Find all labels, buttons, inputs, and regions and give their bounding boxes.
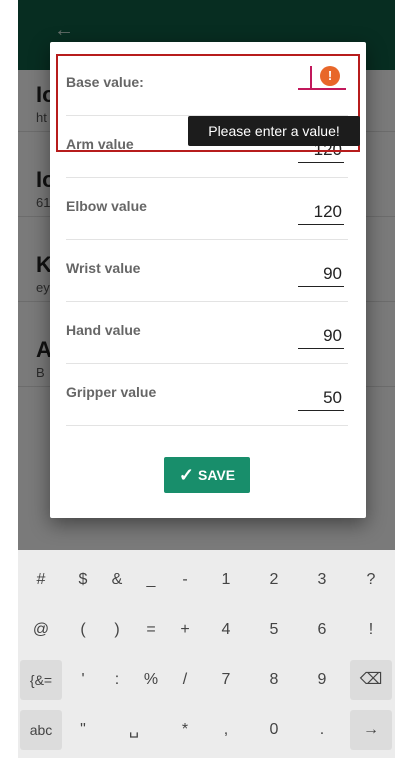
key-9[interactable]: 9 (302, 660, 342, 700)
key-comma[interactable]: , (206, 710, 246, 750)
key-exclamation[interactable]: ! (352, 610, 390, 650)
key-slash[interactable]: / (166, 660, 204, 700)
hand-value-input[interactable]: 90 (298, 326, 344, 349)
key-7[interactable]: 7 (206, 660, 246, 700)
key-quote[interactable]: " (64, 710, 102, 750)
key-period[interactable]: . (302, 710, 342, 750)
wrist-value-row: Wrist value 90 (66, 240, 348, 302)
wrist-value-input[interactable]: 90 (298, 264, 344, 287)
key-close-paren[interactable]: ) (98, 610, 136, 650)
key-symbols[interactable]: {&= (20, 660, 62, 700)
key-open-paren[interactable]: ( (64, 610, 102, 650)
key-asterisk[interactable]: * (166, 710, 204, 750)
key-equals[interactable]: = (132, 610, 170, 650)
key-plus[interactable]: + (166, 610, 204, 650)
check-icon: ✓ (178, 465, 194, 485)
key-minus[interactable]: - (166, 560, 204, 600)
backspace-icon[interactable]: ⌫ (350, 660, 392, 700)
key-colon[interactable]: : (98, 660, 136, 700)
key-hash[interactable]: # (22, 560, 60, 600)
key-abc[interactable]: abc (20, 710, 62, 750)
key-dollar[interactable]: $ (64, 560, 102, 600)
key-0[interactable]: 0 (254, 710, 294, 750)
elbow-value-row: Elbow value 120 (66, 178, 348, 240)
key-apostrophe[interactable]: ' (64, 660, 102, 700)
key-ampersand[interactable]: & (98, 560, 136, 600)
key-5[interactable]: 5 (254, 610, 294, 650)
gripper-value-input[interactable]: 50 (298, 388, 344, 411)
elbow-value-label: Elbow value (66, 198, 147, 214)
error-tooltip: Please enter a value! (188, 116, 360, 146)
space-bar-icon[interactable]: ␣ (106, 710, 162, 750)
save-button[interactable]: ✓ SAVE (164, 457, 250, 493)
key-4[interactable]: 4 (206, 610, 246, 650)
key-question[interactable]: ? (352, 560, 390, 600)
key-2[interactable]: 2 (254, 560, 294, 600)
key-8[interactable]: 8 (254, 660, 294, 700)
hand-value-label: Hand value (66, 322, 141, 338)
save-button-label: SAVE (198, 467, 236, 483)
wrist-value-label: Wrist value (66, 260, 141, 276)
elbow-value-input[interactable]: 120 (298, 202, 344, 225)
gripper-value-row: Gripper value 50 (66, 364, 348, 426)
key-at[interactable]: @ (22, 610, 60, 650)
hand-value-row: Hand value 90 (66, 302, 348, 364)
key-3[interactable]: 3 (302, 560, 342, 600)
key-underscore[interactable]: _ (132, 560, 170, 600)
numeric-keyboard: # $ & _ - 1 2 3 ? @ ( ) = + 4 5 6 ! {&= … (18, 550, 395, 758)
gripper-value-label: Gripper value (66, 384, 157, 400)
key-1[interactable]: 1 (206, 560, 246, 600)
key-percent[interactable]: % (132, 660, 170, 700)
enter-arrow-icon[interactable]: → (350, 710, 392, 750)
key-6[interactable]: 6 (302, 610, 342, 650)
